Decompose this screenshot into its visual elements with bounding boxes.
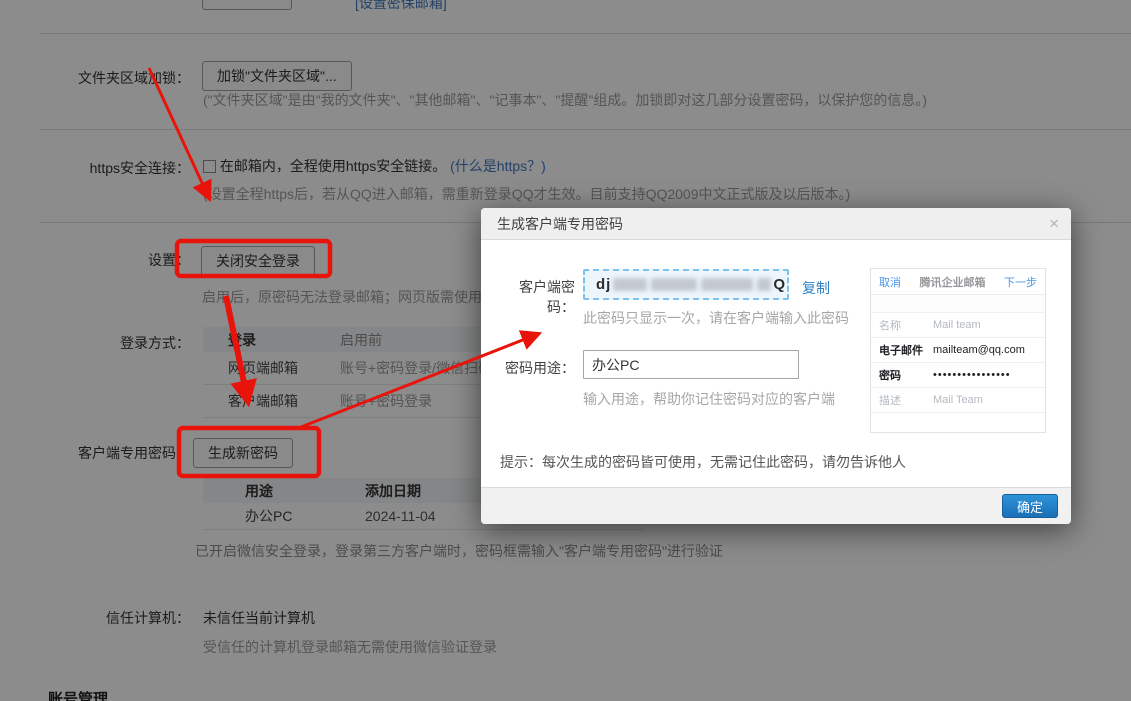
dialog-title: 生成客户端专用密码 xyxy=(481,208,1071,240)
copy-link[interactable]: 复制 xyxy=(802,278,830,298)
preview-field-value: Mail team xyxy=(933,319,981,331)
dialog-tip: 提示：每次生成的密码皆可使用，无需记住此密码，请勿告诉他人 xyxy=(500,454,906,470)
generate-client-password-dialog: 生成客户端专用密码 × 客户端密码： dj Q 复制 此密码只显示一次，请在客户端… xyxy=(481,208,1071,524)
mail-client-preview: 取消 腾讯企业邮箱 下一步 名称 Mail team 电子邮件 mailteam… xyxy=(870,268,1046,433)
preview-field-value: •••••••••••••••• xyxy=(933,369,1011,381)
password-redacted xyxy=(757,278,772,291)
password-redacted xyxy=(613,278,648,291)
preview-row-description: 描述 Mail Team xyxy=(871,388,1045,413)
dialog-footer: 确定 xyxy=(481,487,1071,524)
password-prefix: dj xyxy=(596,276,612,293)
preview-row-email: 电子邮件 mailteam@qq.com xyxy=(871,338,1045,363)
preview-field-label: 电子邮件 xyxy=(879,345,923,357)
preview-row-name: 名称 Mail team xyxy=(871,313,1045,338)
preview-cancel-label: 取消 xyxy=(879,276,901,289)
purpose-input[interactable] xyxy=(583,350,799,379)
client-password-field-label: 客户端密码： xyxy=(519,279,575,315)
generated-password-box[interactable]: dj Q xyxy=(583,269,789,300)
password-suffix: Q xyxy=(773,276,787,293)
purpose-hint: 输入用途，帮助你记住密码对应的客户端 xyxy=(583,391,835,407)
preview-row-password: 密码 •••••••••••••••• xyxy=(871,363,1045,388)
preview-field-value: Mail Team xyxy=(933,394,983,406)
screen: 修改密码 [设置密保邮箱] 文件夹区域加锁： 加锁"文件夹区域"... ("文件… xyxy=(0,0,1131,701)
close-icon[interactable]: × xyxy=(1049,214,1059,234)
ok-button[interactable]: 确定 xyxy=(1002,494,1058,518)
preview-title: 腾讯企业邮箱 xyxy=(919,276,986,289)
preview-field-label: 密码 xyxy=(879,370,901,382)
purpose-field-label: 密码用途： xyxy=(505,360,575,376)
preview-spacer xyxy=(871,295,1045,313)
preview-field-value: mailteam@qq.com xyxy=(933,344,1025,356)
preview-field-label: 描述 xyxy=(879,395,901,407)
password-hint: 此密码只显示一次，请在客户端输入此密码 xyxy=(583,310,849,326)
password-redacted xyxy=(701,278,754,291)
preview-field-label: 名称 xyxy=(879,320,901,332)
mail-client-preview-header: 取消 腾讯企业邮箱 下一步 xyxy=(871,269,1045,295)
password-redacted xyxy=(651,278,698,291)
preview-next-label: 下一步 xyxy=(1004,276,1037,289)
